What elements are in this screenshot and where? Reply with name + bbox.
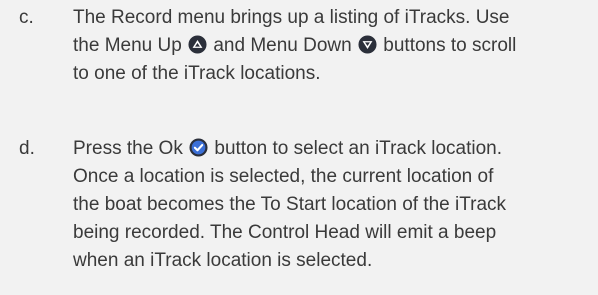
text-line: when an iTrack location is selected. (73, 250, 373, 271)
text-line: the Menu Up and Menu Down buttons to scr… (73, 32, 585, 60)
text-segment: buttons to scroll (378, 35, 517, 56)
text-segment: the Menu Up (73, 35, 188, 56)
text-line: to one of the iTrack locations. (73, 63, 321, 84)
text-line: the boat becomes the To Start location o… (73, 194, 507, 215)
text-line: being recorded. The Control Head will em… (73, 222, 497, 243)
manual-page: c. The Record menu brings up a listing o… (0, 0, 598, 295)
list-item-text: The Record menu brings up a listing of i… (73, 4, 585, 88)
list-marker: c. (19, 7, 34, 28)
menu-down-icon (358, 35, 377, 54)
list-item-text: Press the Ok button to select an iTrack … (73, 135, 585, 275)
text-line: The Record menu brings up a listing of i… (73, 7, 510, 28)
text-segment: and Menu Down (208, 35, 357, 56)
menu-up-icon (188, 35, 207, 54)
list-marker: d. (19, 138, 35, 159)
text-segment: Press the Ok (73, 138, 189, 159)
text-segment: button to select an iTrack location. (209, 138, 503, 159)
ok-icon (189, 138, 208, 157)
text-line: Press the Ok button to select an iTrack … (73, 135, 585, 163)
text-line: Once a location is selected, the current… (73, 166, 494, 187)
